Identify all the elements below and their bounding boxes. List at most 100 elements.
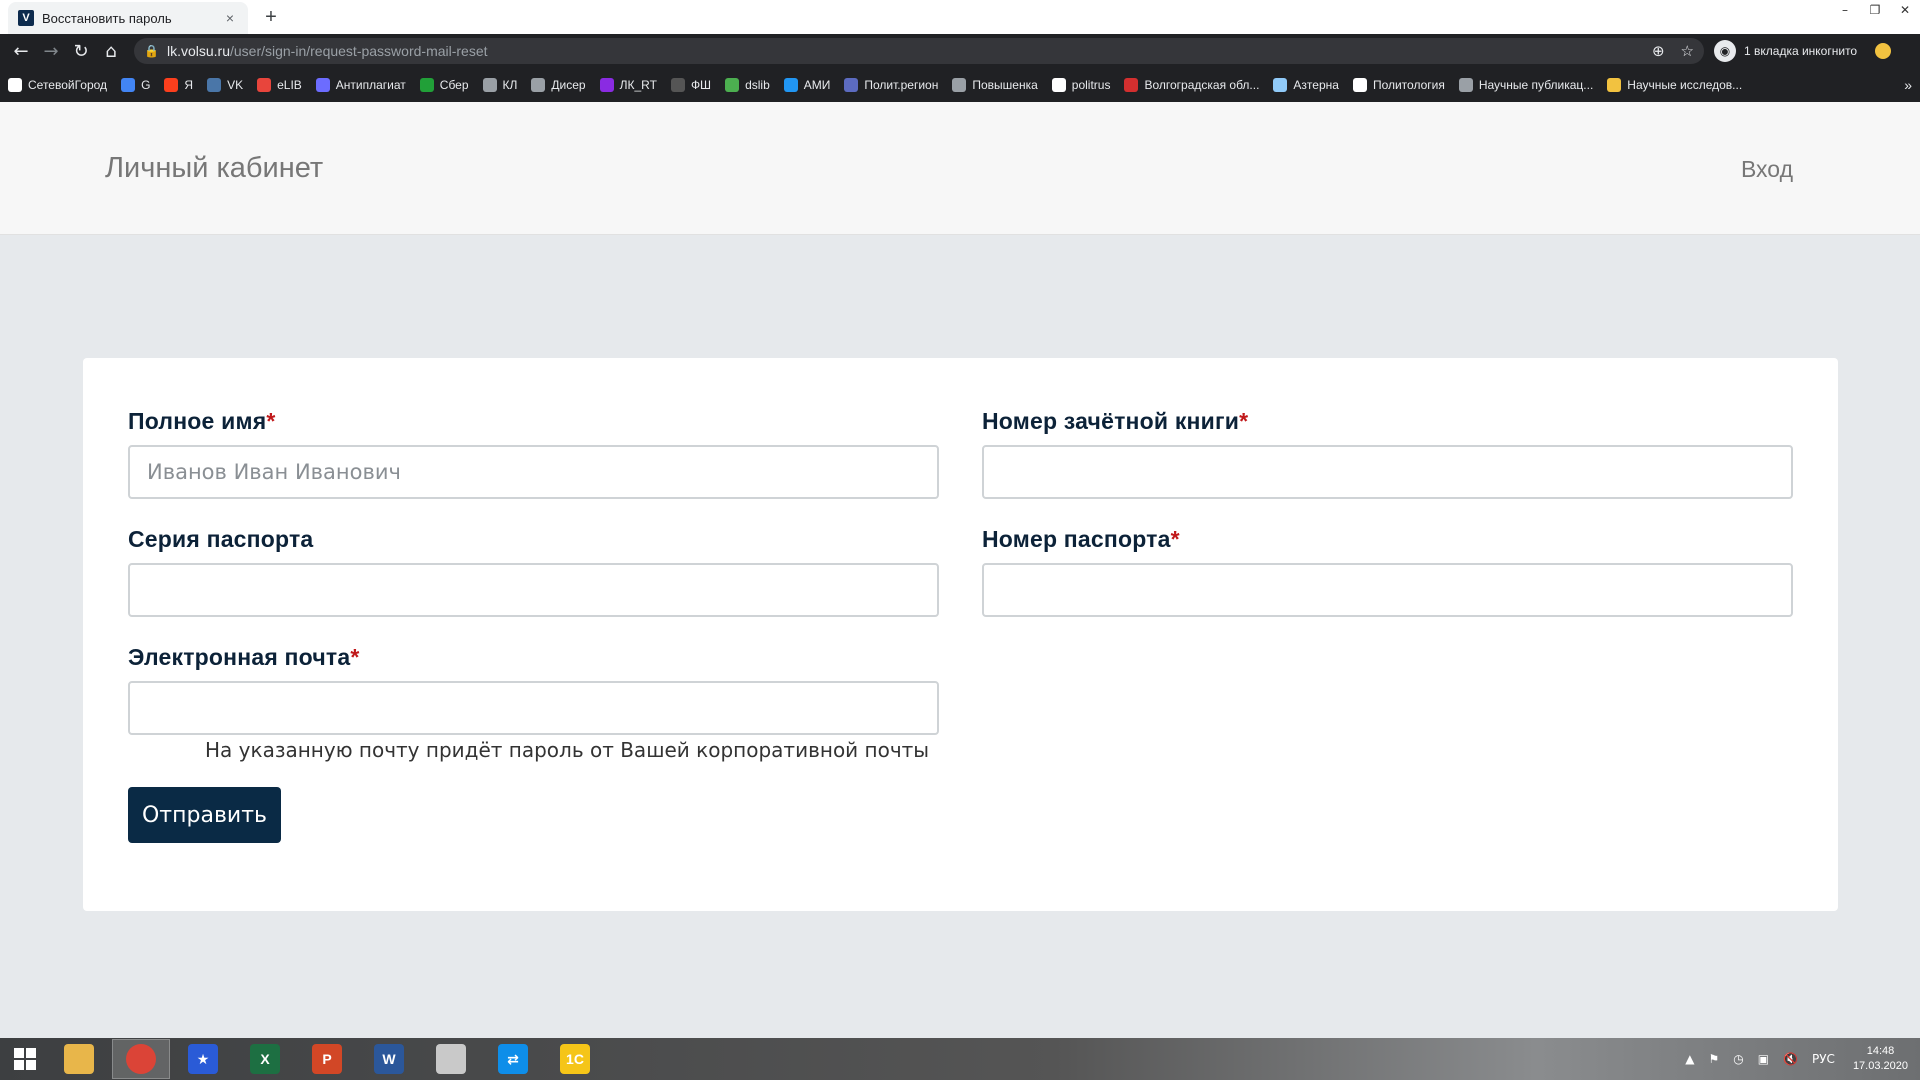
chrome-icon [126,1044,156,1074]
taskbar-apps: ★ X P W ⇄ 1C [50,1039,608,1079]
system-tray: ▲ ⚑ ◷ ▣ 🔇 РУС 14:48 17.03.2020 [1671,1044,1920,1074]
bookmark-label: Научные исследов... [1627,78,1743,92]
required-marker: * [1170,526,1180,552]
browser-toolbar: ← → ↻ ⌂ 🔒 lk.volsu.ru /user/sign-in/requ… [0,34,1920,68]
email-input[interactable] [128,681,939,735]
incognito-label: 1 вкладка инкогнито [1744,44,1858,58]
reload-icon[interactable]: ↻ [66,36,96,66]
bookmark-item[interactable]: КЛ [482,78,518,92]
back-arrow-icon[interactable]: ← [6,36,36,66]
bookmark-item[interactable]: СетевойГород [8,78,107,92]
bookmark-item[interactable]: Дисер [531,78,586,92]
bookmark-item[interactable]: G [121,78,150,92]
login-link[interactable]: Вход [1741,156,1793,183]
language-indicator[interactable]: РУС [1812,1052,1835,1066]
minimize-icon[interactable]: – [1830,0,1860,20]
bookmark-item[interactable]: Антиплагиат [315,78,406,92]
home-icon[interactable]: ⌂ [96,36,126,66]
bookmark-item[interactable]: ЛК_RT [599,78,657,92]
taskbar-clock[interactable]: 14:48 17.03.2020 [1853,1044,1908,1074]
taskbar-star-app-button[interactable]: ★ [174,1039,232,1079]
network-icon[interactable]: ▣ [1758,1052,1769,1066]
paint-app-icon [436,1044,466,1074]
taskbar-1c-button[interactable]: 1C [546,1039,604,1079]
start-button[interactable] [0,1038,50,1080]
forward-arrow-icon[interactable]: → [36,36,66,66]
bookmark-label: Повышенка [972,78,1038,92]
required-marker: * [1239,408,1249,434]
passport-number-input[interactable] [982,563,1793,617]
bookmark-item[interactable]: ФШ [670,78,712,92]
tab-close-icon[interactable]: × [222,10,238,26]
bookmark-item[interactable]: politrus [1051,78,1110,92]
browser-tab-active[interactable]: V Восстановить пароль × [8,2,248,34]
bookmark-item[interactable]: Повышенка [952,78,1038,92]
clock-time: 14:48 [1866,1045,1895,1057]
bookmark-label: Азтерна [1293,78,1339,92]
email-label: Электронная почта* [128,644,360,670]
passport-series-label: Серия паспорта [128,526,314,552]
windows-logo-icon [14,1048,36,1070]
action-center-flag-icon[interactable]: ⚑ [1708,1052,1719,1066]
taskbar-word-button[interactable]: W [360,1039,418,1079]
bookmark-item[interactable]: АМИ [783,78,830,92]
bookmark-favicon-icon [599,78,614,92]
bookmark-label: СетевойГород [28,78,108,92]
email-hint: На указанную почту придёт пароль от Ваше… [205,738,930,762]
bookmark-item[interactable]: Политология [1352,78,1445,92]
bookmark-label: ФШ [690,78,712,92]
bookmark-item[interactable]: Научные публикац... [1458,78,1593,92]
bookmark-label: Сбер [439,78,469,92]
zoom-icon[interactable]: ⊕ [1652,42,1665,60]
email-field: Электронная почта* [128,644,939,735]
bookmark-item[interactable]: Научные исследов... [1607,78,1742,92]
bookmark-item[interactable]: Волгоградская обл... [1124,78,1259,92]
bookmark-item[interactable]: eLIB [257,78,302,92]
passport-number-label: Номер паспорта* [982,526,1180,552]
new-tab-button[interactable]: + [260,6,282,28]
bookmark-item[interactable]: Полит.регион [844,78,938,92]
incognito-indicator[interactable]: ◉ 1 вкладка инкогнито [1714,38,1857,64]
bookmark-label: dslib [745,78,770,92]
close-window-icon[interactable]: ✕ [1890,0,1920,20]
bookmark-item[interactable]: Я [164,78,193,92]
required-marker: * [266,408,276,434]
record-book-label: Номер зачётной книги* [982,408,1249,434]
taskbar-teamviewer-button[interactable]: ⇄ [484,1039,542,1079]
passport-series-input[interactable] [128,563,939,617]
volume-muted-icon[interactable]: 🔇 [1783,1052,1798,1066]
1c-icon: 1C [560,1044,590,1074]
submit-button[interactable]: Отправить [128,787,281,843]
file-explorer-icon [64,1044,94,1074]
tray-clock-icon[interactable]: ◷ [1733,1052,1743,1066]
bookmarks-more-icon[interactable]: » [1904,77,1912,93]
profile-menu-icon[interactable] [1875,43,1892,59]
bookmark-favicon-icon [725,78,740,92]
bookmark-label: G [141,78,151,92]
tray-up-arrow-icon[interactable]: ▲ [1685,1052,1694,1066]
restore-icon[interactable]: ❐ [1860,0,1890,20]
taskbar-excel-button[interactable]: X [236,1039,294,1079]
lock-icon[interactable]: 🔒 [144,44,159,58]
full-name-input[interactable] [128,445,939,499]
clock-date: 17.03.2020 [1852,1060,1908,1072]
volsu-favicon-icon: V [18,10,34,26]
taskbar-paint-app-button[interactable] [422,1039,480,1079]
brand-link[interactable]: Личный кабинет [105,152,323,185]
bookmark-label: КЛ [502,78,518,92]
taskbar-chrome-button[interactable] [112,1039,170,1079]
bookmark-item[interactable]: Сбер [419,78,469,92]
bookmark-item[interactable]: dslib [725,78,770,92]
bookmark-favicon-icon [1458,78,1473,92]
bookmark-star-icon[interactable]: ☆ [1681,42,1694,60]
record-book-input[interactable] [982,445,1793,499]
taskbar-powerpoint-button[interactable]: P [298,1039,356,1079]
address-bar[interactable]: 🔒 lk.volsu.ru /user/sign-in/request-pass… [134,38,1704,64]
bookmark-item[interactable]: Азтерна [1273,78,1339,92]
bookmark-favicon-icon [1124,78,1139,92]
word-icon: W [374,1044,404,1074]
bookmark-label: ЛК_RT [619,78,657,92]
taskbar-file-explorer-button[interactable] [50,1039,108,1079]
required-marker: * [350,644,360,670]
bookmark-item[interactable]: VK [207,78,243,92]
